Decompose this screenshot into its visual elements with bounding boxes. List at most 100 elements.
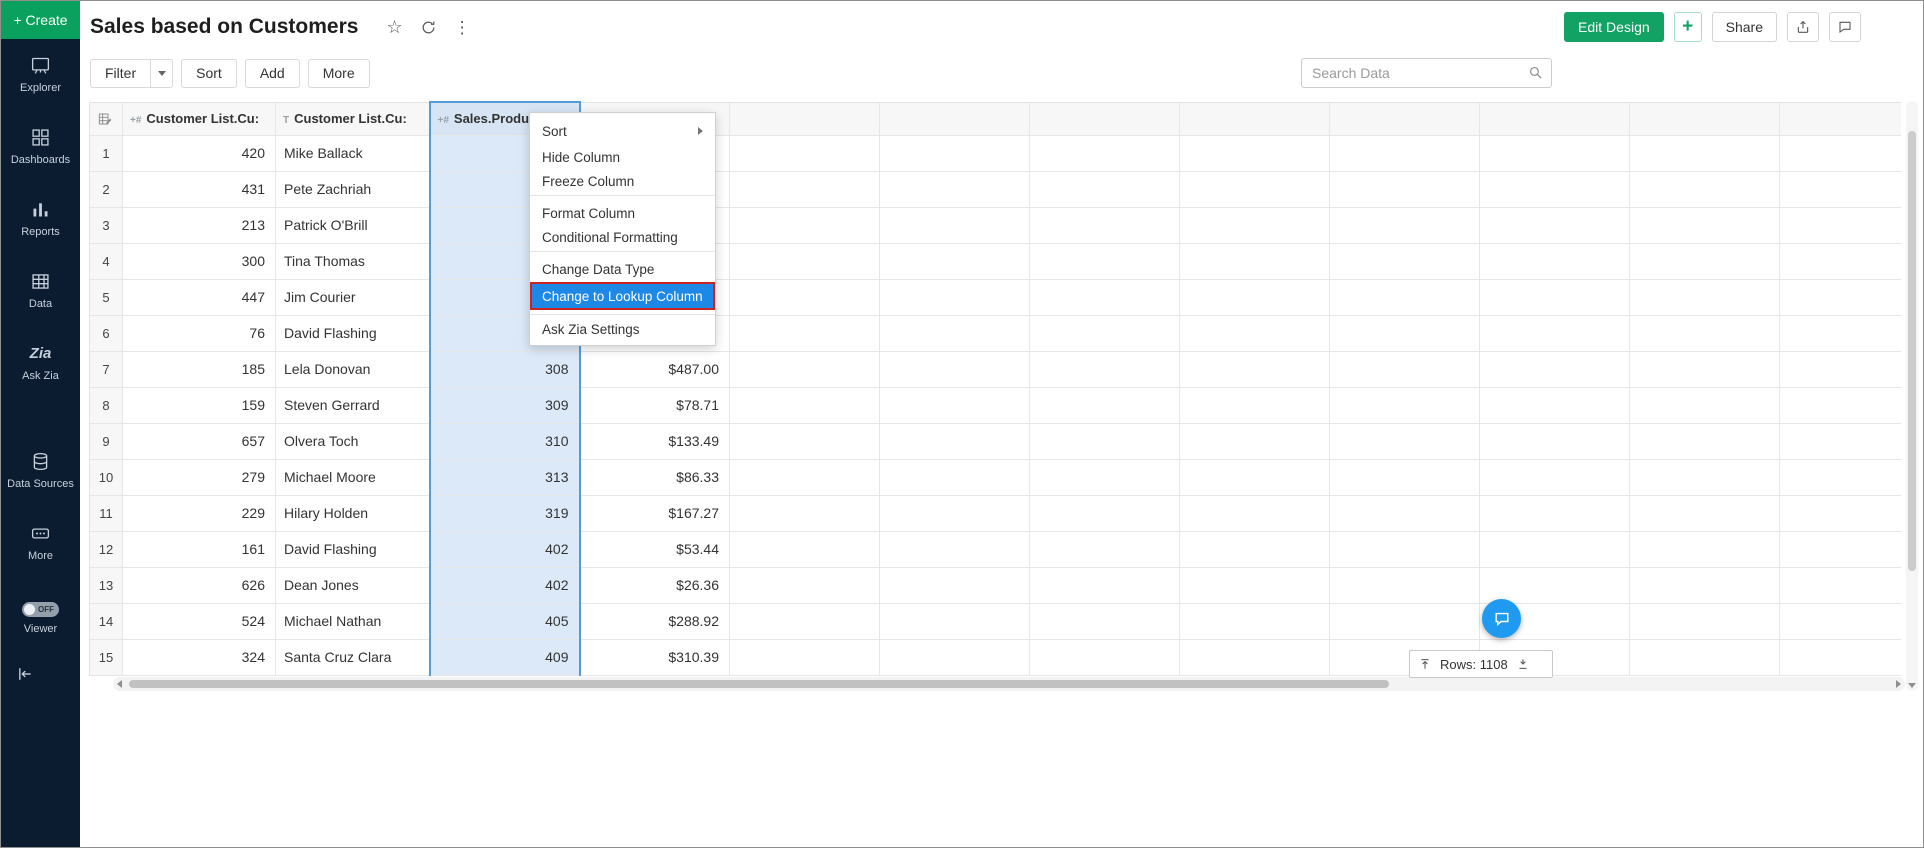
cell-customer-id[interactable]: 185 — [123, 351, 276, 387]
context-menu-item[interactable]: Change Data Type — [530, 256, 715, 282]
favorite-star-icon[interactable]: ☆ — [386, 18, 402, 36]
cell-sales-product[interactable]: 309 — [430, 387, 580, 423]
context-menu-item[interactable]: Ask Zia Settings — [530, 314, 715, 340]
row-number[interactable]: 8 — [90, 387, 123, 423]
row-number[interactable]: 6 — [90, 315, 123, 351]
cell-amount[interactable]: $167.27 — [580, 495, 730, 531]
row-number[interactable]: 13 — [90, 567, 123, 603]
cell-customer-id[interactable]: 213 — [123, 207, 276, 243]
cell-customer-name[interactable]: Hilary Holden — [276, 495, 430, 531]
edit-design-button[interactable]: Edit Design — [1564, 12, 1664, 42]
cell-customer-id[interactable]: 431 — [123, 171, 276, 207]
vertical-scrollbar[interactable] — [1906, 101, 1918, 691]
row-number[interactable]: 3 — [90, 207, 123, 243]
cell-customer-name[interactable]: Santa Cruz Clara — [276, 639, 430, 675]
cell-amount[interactable]: $26.36 — [580, 567, 730, 603]
cell-customer-id[interactable]: 626 — [123, 567, 276, 603]
cell-customer-name[interactable]: Michael Moore — [276, 459, 430, 495]
cell-customer-id[interactable]: 420 — [123, 135, 276, 171]
scroll-left-arrow[interactable] — [117, 680, 122, 688]
cell-customer-id[interactable]: 447 — [123, 279, 276, 315]
cell-sales-product[interactable]: 308 — [430, 351, 580, 387]
cell-customer-id[interactable]: 229 — [123, 495, 276, 531]
more-button[interactable]: More — [308, 59, 370, 88]
viewer-toggle[interactable]: OFF — [22, 602, 59, 617]
row-number[interactable]: 5 — [90, 279, 123, 315]
context-menu-item[interactable]: Conditional Formatting — [530, 226, 715, 252]
sidebar-item-more[interactable]: More — [1, 507, 80, 579]
cell-amount[interactable]: $53.44 — [580, 531, 730, 567]
cell-customer-id[interactable]: 324 — [123, 639, 276, 675]
cell-customer-name[interactable]: Dean Jones — [276, 567, 430, 603]
share-button[interactable]: Share — [1712, 12, 1777, 42]
cell-sales-product[interactable]: 405 — [430, 603, 580, 639]
sidebar-item-data-sources[interactable]: Data Sources — [1, 435, 80, 507]
create-button[interactable]: + Create — [1, 1, 80, 39]
cell-customer-name[interactable]: Michael Nathan — [276, 603, 430, 639]
row-number[interactable]: 7 — [90, 351, 123, 387]
add-new-button[interactable]: + — [1674, 12, 1702, 42]
cell-customer-id[interactable]: 300 — [123, 243, 276, 279]
cell-customer-id[interactable]: 161 — [123, 531, 276, 567]
cell-customer-name[interactable]: Tina Thomas — [276, 243, 430, 279]
refresh-icon[interactable] — [420, 19, 437, 36]
comments-button[interactable] — [1829, 12, 1861, 42]
cell-amount[interactable]: $288.92 — [580, 603, 730, 639]
cell-sales-product[interactable]: 402 — [430, 531, 580, 567]
cell-customer-id[interactable]: 524 — [123, 603, 276, 639]
horizontal-scrollbar[interactable] — [113, 677, 1905, 691]
row-number[interactable]: 12 — [90, 531, 123, 567]
sidebar-item-dashboards[interactable]: Dashboards — [1, 111, 80, 183]
cell-amount[interactable]: $78.71 — [580, 387, 730, 423]
horizontal-scrollbar-thumb[interactable] — [129, 680, 1389, 688]
row-number[interactable]: 15 — [90, 639, 123, 675]
export-button[interactable] — [1787, 12, 1819, 42]
cell-amount[interactable]: $487.00 — [580, 351, 730, 387]
cell-amount[interactable]: $86.33 — [580, 459, 730, 495]
add-button[interactable]: Add — [245, 59, 300, 88]
cell-amount[interactable]: $310.39 — [580, 639, 730, 675]
kebab-menu-icon[interactable]: ⋮ — [454, 19, 471, 36]
sidebar-item-explorer[interactable]: Explorer — [1, 39, 80, 111]
cell-customer-id[interactable]: 279 — [123, 459, 276, 495]
cell-sales-product[interactable]: 310 — [430, 423, 580, 459]
select-all-corner[interactable] — [90, 102, 123, 135]
cell-customer-name[interactable]: Steven Gerrard — [276, 387, 430, 423]
row-number[interactable]: 9 — [90, 423, 123, 459]
scroll-to-bottom-icon[interactable] — [1516, 657, 1530, 671]
sort-button[interactable]: Sort — [181, 59, 237, 88]
context-menu-item[interactable]: Change to Lookup Column — [530, 282, 715, 310]
cell-customer-name[interactable]: David Flashing — [276, 531, 430, 567]
cell-sales-product[interactable]: 402 — [430, 567, 580, 603]
sidebar-item-reports[interactable]: Reports — [1, 183, 80, 255]
cell-amount[interactable]: $133.49 — [580, 423, 730, 459]
cell-sales-product[interactable]: 319 — [430, 495, 580, 531]
cell-customer-name[interactable]: Lela Donovan — [276, 351, 430, 387]
row-number[interactable]: 2 — [90, 171, 123, 207]
row-number[interactable]: 10 — [90, 459, 123, 495]
row-number[interactable]: 1 — [90, 135, 123, 171]
cell-customer-name[interactable]: Patrick O'Brill — [276, 207, 430, 243]
column-header-customer-id[interactable]: +#Customer List.Cu: — [123, 102, 276, 135]
row-number[interactable]: 14 — [90, 603, 123, 639]
column-header-customer-name[interactable]: TCustomer List.Cu: — [276, 102, 430, 135]
sidebar-item-ask-zia[interactable]: Zia Ask Zia — [1, 327, 80, 399]
zia-chat-bubble[interactable] — [1482, 599, 1521, 638]
context-menu-item[interactable]: Sort — [530, 118, 715, 144]
context-menu-item[interactable]: Hide Column — [530, 144, 715, 170]
collapse-sidebar-button[interactable] — [13, 664, 35, 686]
cell-customer-id[interactable]: 657 — [123, 423, 276, 459]
row-number[interactable]: 11 — [90, 495, 123, 531]
cell-customer-id[interactable]: 159 — [123, 387, 276, 423]
cell-customer-name[interactable]: David Flashing — [276, 315, 430, 351]
filter-button[interactable]: Filter — [90, 59, 151, 88]
search-input[interactable] — [1301, 58, 1552, 88]
scroll-down-arrow[interactable] — [1908, 683, 1916, 688]
vertical-scrollbar-thumb[interactable] — [1908, 131, 1916, 571]
cell-customer-name[interactable]: Mike Ballack — [276, 135, 430, 171]
sidebar-item-data[interactable]: Data — [1, 255, 80, 327]
scroll-to-top-icon[interactable] — [1418, 657, 1432, 671]
cell-customer-name[interactable]: Jim Courier — [276, 279, 430, 315]
context-menu-item[interactable]: Format Column — [530, 200, 715, 226]
filter-dropdown-button[interactable] — [151, 59, 173, 88]
